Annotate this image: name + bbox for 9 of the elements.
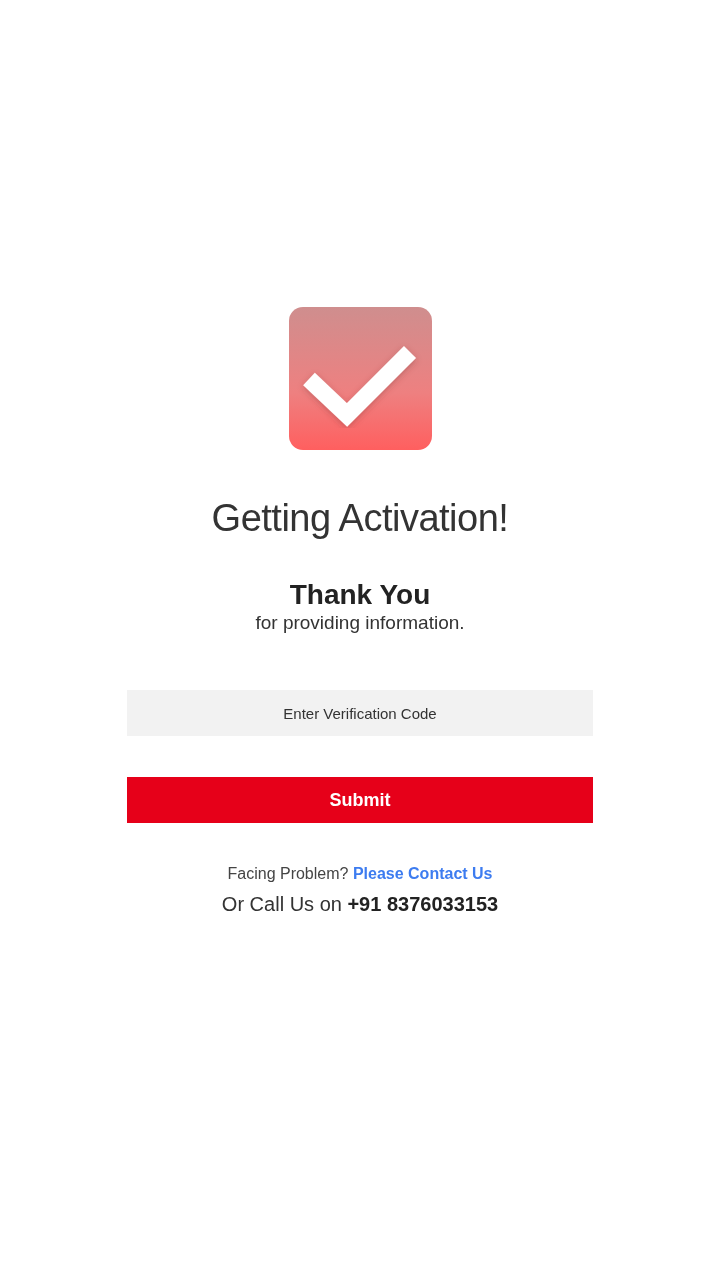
submit-button[interactable]: Submit <box>127 777 593 823</box>
help-text: Facing Problem? Please Contact Us <box>227 864 493 884</box>
call-text: Or Call Us on +91 8376033153 <box>221 892 499 916</box>
heading-text: Thank You <box>289 579 431 611</box>
verification-code-field[interactable]: Enter Verification Code <box>127 690 593 736</box>
page-title: Getting Activation! <box>211 496 509 541</box>
subheading-text: for providing information. <box>255 611 465 635</box>
contact-link[interactable]: Please Contact Us <box>352 865 493 882</box>
checkmark-icon <box>288 307 432 450</box>
